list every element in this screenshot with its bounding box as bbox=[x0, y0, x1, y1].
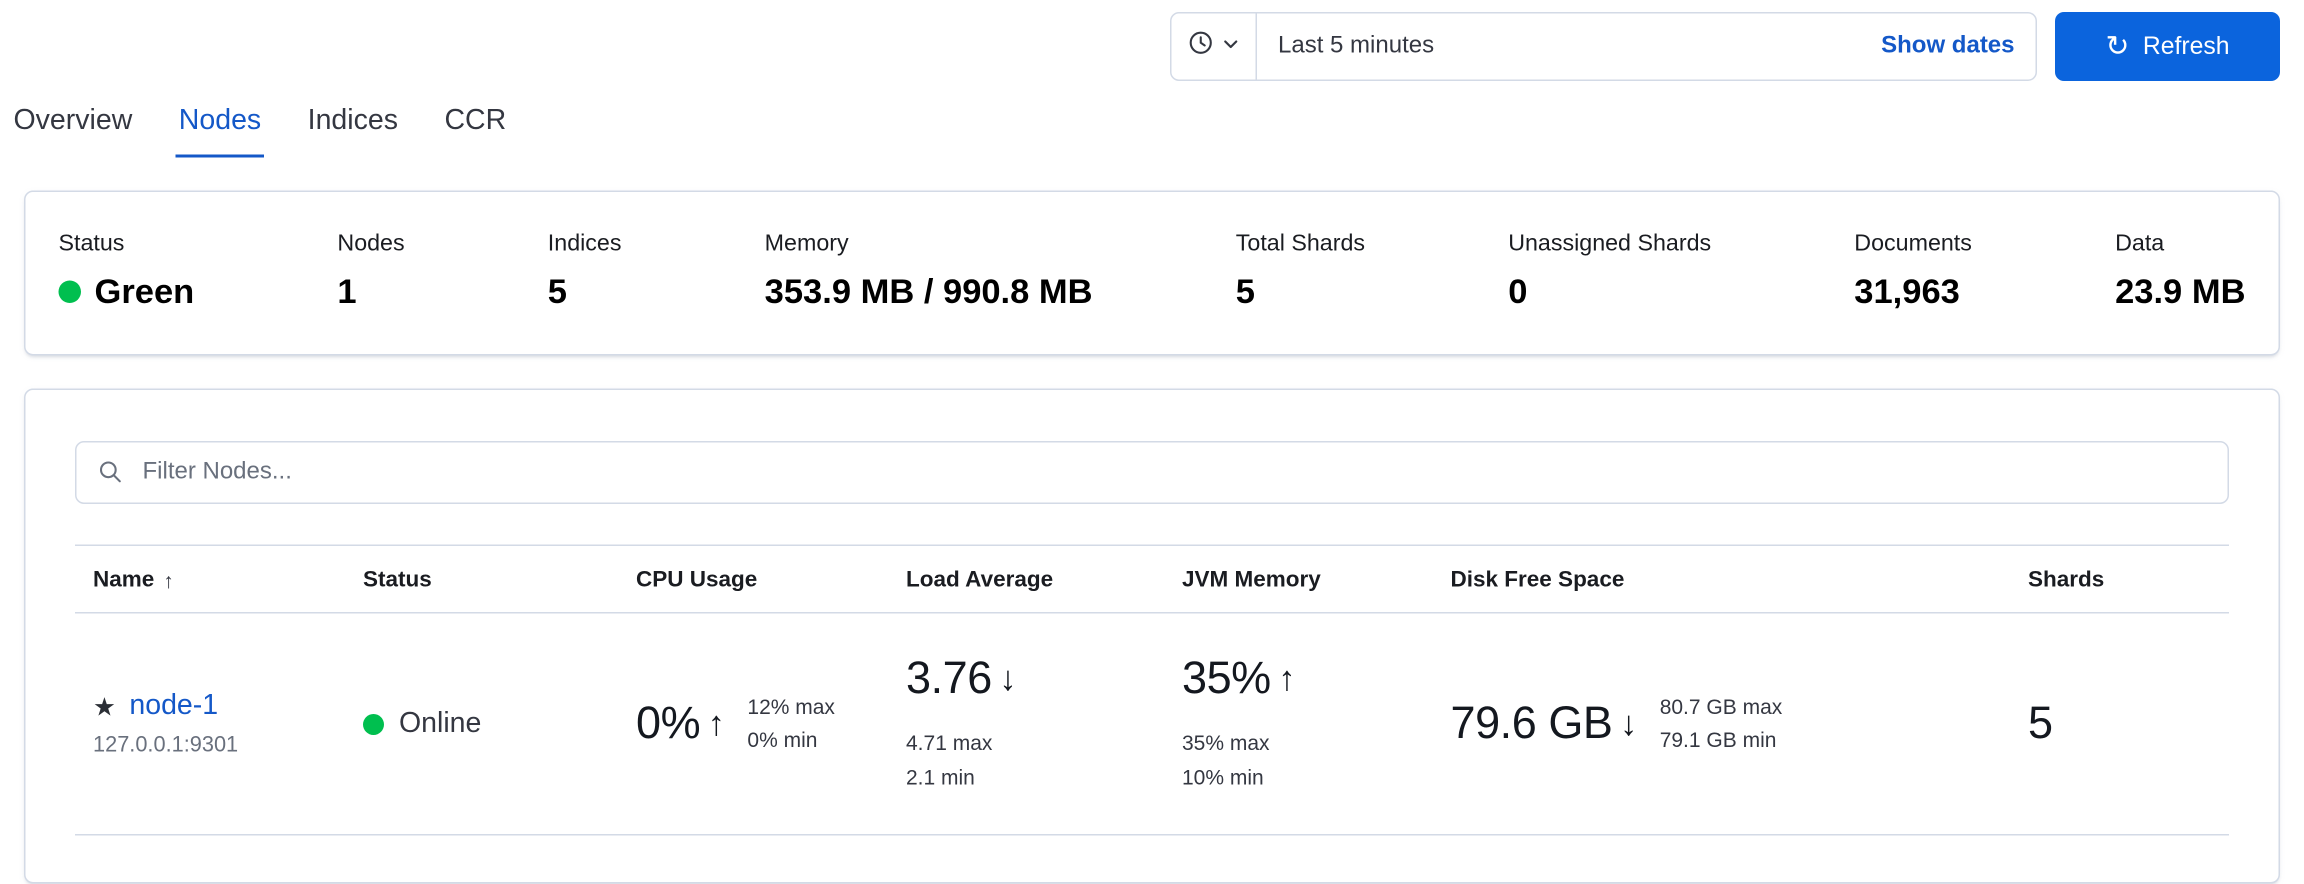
trend-up-icon: ↑ bbox=[1278, 659, 1295, 700]
filter-nodes bbox=[75, 441, 2229, 504]
show-dates-link[interactable]: Show dates bbox=[1881, 33, 2035, 60]
online-green-dot bbox=[363, 713, 384, 734]
nodes-table-header: Name ↑ Status CPU Usage Load Average JVM… bbox=[75, 545, 2229, 614]
clock-icon bbox=[1188, 30, 1214, 63]
refresh-button[interactable]: ↻ Refresh bbox=[2055, 12, 2280, 81]
time-picker: Last 5 minutes Show dates bbox=[1170, 12, 2037, 81]
cluster-summary-panel: Status Green Nodes 1 Indices 5 Memory 35… bbox=[24, 191, 2280, 356]
node-name-cell: ★ node-1 127.0.0.1:9301 bbox=[75, 690, 345, 758]
chevron-down-icon bbox=[1223, 33, 1240, 60]
summary-value: 31,963 bbox=[1854, 272, 1972, 313]
jvm-memory-value: 35% bbox=[1182, 653, 1271, 704]
node-status-cell: Online bbox=[345, 707, 618, 740]
column-header-disk-free-space[interactable]: Disk Free Space bbox=[1433, 546, 2011, 612]
summary-label: Memory bbox=[765, 231, 1093, 258]
table-row: ★ node-1 127.0.0.1:9301 Online 0% ↑ 12% … bbox=[75, 614, 2229, 836]
summary-documents: Documents 31,963 bbox=[1854, 231, 1972, 312]
summary-indices: Indices 5 bbox=[548, 231, 622, 312]
trend-down-icon: ↓ bbox=[1620, 704, 1637, 745]
nodes-table: Name ↑ Status CPU Usage Load Average JVM… bbox=[75, 545, 2229, 836]
summary-value: 23.9 MB bbox=[2115, 272, 2245, 313]
node-status-label: Online bbox=[399, 707, 481, 740]
filter-nodes-input[interactable] bbox=[75, 441, 2229, 504]
nodes-panel: Name ↑ Status CPU Usage Load Average JVM… bbox=[24, 389, 2280, 884]
shards-count-cell: 5 bbox=[2010, 698, 2229, 749]
monitoring-page: Last 5 minutes Show dates ↻ Refresh Over… bbox=[0, 0, 2304, 833]
column-header-load-average[interactable]: Load Average bbox=[888, 546, 1164, 612]
summary-unassigned-shards: Unassigned Shards 0 bbox=[1508, 231, 1711, 312]
summary-total-shards: Total Shards 5 bbox=[1236, 231, 1365, 312]
tab-bar: Overview Nodes Indices CCR bbox=[0, 81, 2304, 158]
summary-nodes: Nodes 1 bbox=[337, 231, 404, 312]
tab-nodes[interactable]: Nodes bbox=[176, 105, 264, 158]
trend-up-icon: ↑ bbox=[708, 704, 725, 745]
summary-label: Status bbox=[59, 231, 195, 258]
summary-label: Data bbox=[2115, 231, 2245, 258]
tab-ccr[interactable]: CCR bbox=[441, 105, 509, 158]
summary-label: Nodes bbox=[337, 231, 404, 258]
summary-data: Data 23.9 MB bbox=[2115, 231, 2245, 312]
disk-free-space-minmax: 80.7 GB max 79.1 GB min bbox=[1660, 691, 1783, 756]
node-transport-address: 127.0.0.1:9301 bbox=[93, 734, 345, 758]
column-header-name[interactable]: Name ↑ bbox=[75, 546, 345, 612]
summary-label: Documents bbox=[1854, 231, 1972, 258]
summary-value: 353.9 MB / 990.8 MB bbox=[765, 272, 1093, 313]
refresh-button-label: Refresh bbox=[2143, 32, 2230, 61]
summary-label: Unassigned Shards bbox=[1508, 231, 1711, 258]
sort-ascending-icon: ↑ bbox=[163, 568, 174, 592]
column-header-cpu-usage[interactable]: CPU Usage bbox=[618, 546, 888, 612]
toolbar: Last 5 minutes Show dates ↻ Refresh bbox=[0, 0, 2304, 81]
time-range-label[interactable]: Last 5 minutes bbox=[1257, 33, 1434, 60]
summary-value: 5 bbox=[548, 272, 622, 313]
summary-value: Green bbox=[95, 272, 195, 313]
tab-indices[interactable]: Indices bbox=[305, 105, 401, 158]
cpu-usage-value: 0% bbox=[636, 698, 700, 749]
disk-free-space-cell: 79.6 GB ↓ 80.7 GB max 79.1 GB min bbox=[1433, 691, 2011, 756]
cpu-usage-cell: 0% ↑ 12% max 0% min bbox=[618, 691, 888, 756]
summary-label: Indices bbox=[548, 231, 622, 258]
summary-status: Status Green bbox=[59, 231, 195, 312]
disk-free-space-value: 79.6 GB bbox=[1451, 698, 1613, 749]
load-average-cell: 3.76 ↓ 4.71 max 2.1 min bbox=[888, 653, 1164, 794]
summary-value: 5 bbox=[1236, 272, 1365, 313]
load-average-value: 3.76 bbox=[906, 653, 992, 704]
master-node-star-icon: ★ bbox=[93, 694, 116, 720]
jvm-memory-minmax: 35% max 10% min bbox=[1182, 725, 1433, 794]
summary-label: Total Shards bbox=[1236, 231, 1365, 258]
tab-overview[interactable]: Overview bbox=[11, 105, 136, 158]
status-green-dot bbox=[59, 281, 82, 304]
column-header-shards[interactable]: Shards bbox=[2010, 546, 2229, 612]
node-name-link[interactable]: node-1 bbox=[129, 690, 218, 723]
column-header-jvm-memory[interactable]: JVM Memory bbox=[1164, 546, 1433, 612]
trend-down-icon: ↓ bbox=[999, 659, 1016, 700]
cpu-usage-minmax: 12% max 0% min bbox=[747, 691, 835, 756]
jvm-memory-cell: 35% ↑ 35% max 10% min bbox=[1164, 653, 1433, 794]
summary-memory: Memory 353.9 MB / 990.8 MB bbox=[765, 231, 1093, 312]
column-header-status[interactable]: Status bbox=[345, 546, 618, 612]
summary-value: 0 bbox=[1508, 272, 1711, 313]
summary-value: 1 bbox=[337, 272, 404, 313]
time-quick-select-button[interactable] bbox=[1172, 14, 1258, 80]
search-icon bbox=[98, 459, 124, 485]
load-average-minmax: 4.71 max 2.1 min bbox=[906, 725, 1164, 794]
refresh-icon: ↻ bbox=[2105, 32, 2129, 61]
